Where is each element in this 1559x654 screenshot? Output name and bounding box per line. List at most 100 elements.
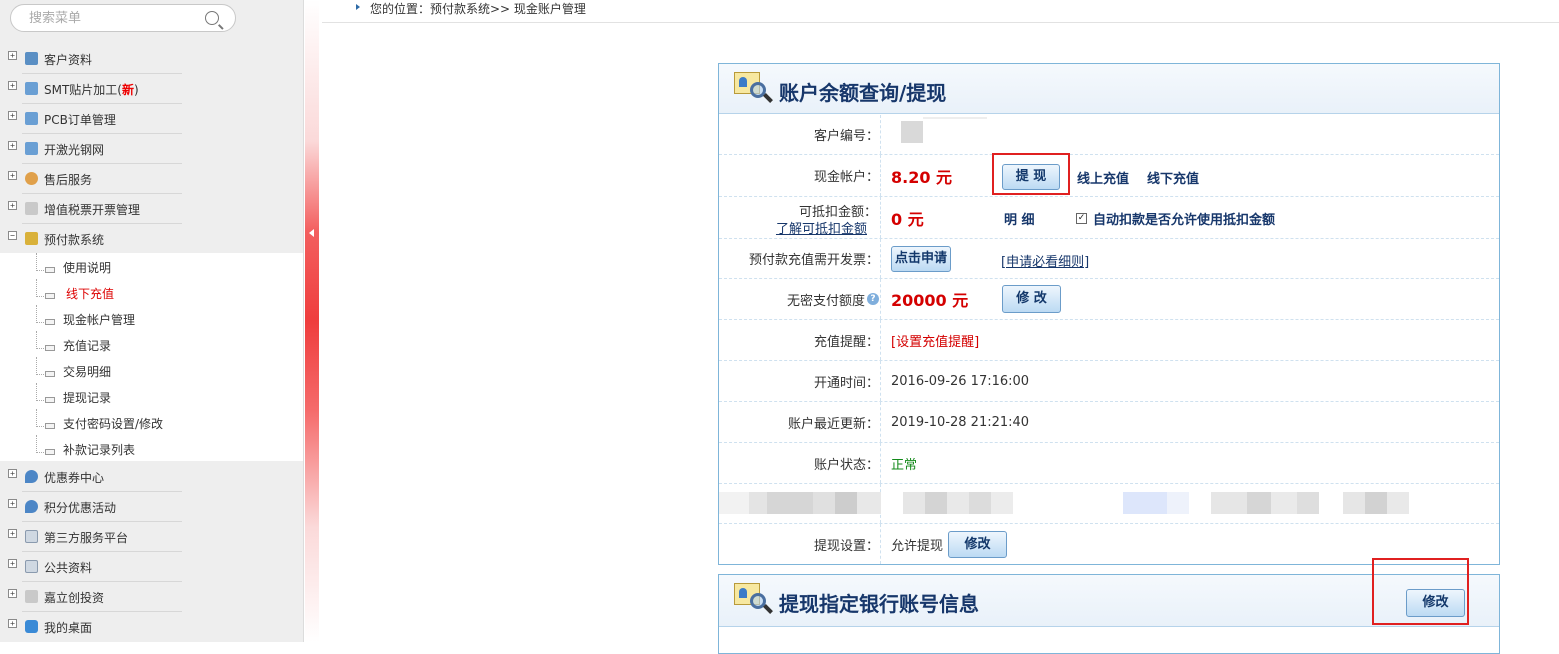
set-reminder-link[interactable]: [设置充值提醒] <box>891 331 979 350</box>
expand-icon[interactable]: + <box>8 619 17 628</box>
expand-icon[interactable]: + <box>8 201 17 210</box>
breadcrumb-text: 您的位置：预付款系统>> 现金账户管理 <box>370 2 586 16</box>
auto-deduct-option[interactable]: ✓ 自动扣款是否允许使用抵扣金额 <box>1076 209 1275 228</box>
user-icon <box>25 52 38 65</box>
search-icon[interactable] <box>205 11 219 25</box>
deductible-detail-link[interactable]: 明 细 <box>1004 209 1035 228</box>
auto-deduct-label: 自动扣款是否允许使用抵扣金额 <box>1093 213 1276 228</box>
expand-icon[interactable]: + <box>8 81 17 90</box>
expand-icon[interactable]: + <box>8 499 17 508</box>
apply-invoice-button[interactable]: 点击申请 <box>891 246 951 272</box>
sidebar-item-label: PCB订单管理 <box>44 113 116 127</box>
expand-icon[interactable]: + <box>8 559 17 568</box>
page-icon <box>45 397 55 403</box>
submenu-label: 补款记录列表 <box>63 443 136 457</box>
expand-icon[interactable]: + <box>8 141 17 150</box>
panel-title: 账户余额查询/提现 <box>779 81 947 105</box>
expand-icon[interactable]: + <box>8 469 17 478</box>
submenu-label: 提现记录 <box>63 391 112 405</box>
expand-icon[interactable]: + <box>8 111 17 120</box>
submenu-label: 线下充值 <box>66 287 115 301</box>
sidebar-item-label: 开激光钢网 <box>44 143 105 157</box>
support-icon <box>25 172 38 185</box>
breadcrumb: 您的位置：预付款系统>> 现金账户管理 <box>322 0 1559 23</box>
account-balance-panel: 账户余额查询/提现 客户编号： 现金帐户： 8.20 元 提 现 线上充值 线下… <box>718 63 1500 565</box>
page-icon <box>45 423 55 429</box>
submenu-item-active[interactable]: 线下充值 <box>0 279 303 305</box>
submenu-item[interactable]: 现金帐户管理 <box>0 305 303 331</box>
offline-recharge-link[interactable]: 线下充值 <box>1147 168 1199 187</box>
edit-nopwd-button[interactable]: 修 改 <box>1002 285 1061 313</box>
withdraw-setting-value: 允许提现 <box>891 538 944 554</box>
sidebar-item-third-party[interactable]: + 第三方服务平台 <box>0 522 303 552</box>
field-label: 账户最近更新： <box>787 416 879 432</box>
sidebar-item-label: 第三方服务平台 <box>44 531 129 545</box>
submenu-item[interactable]: 补款记录列表 <box>0 435 303 461</box>
row-customer-no: 客户编号： <box>719 115 1499 155</box>
sidebar-item-pcb[interactable]: + PCB订单管理 <box>0 104 303 134</box>
page-icon <box>45 319 55 325</box>
sidebar-item-customer[interactable]: + 客户资料 <box>0 44 303 74</box>
submenu-label: 现金帐户管理 <box>63 313 136 327</box>
sidebar-item-label: 增值税票开票管理 <box>44 203 141 217</box>
panel-title: 提现指定银行账号信息 <box>779 592 979 616</box>
deductible-amount: 0 元 <box>891 209 924 229</box>
sidebar-collapse-handle[interactable] <box>305 0 319 642</box>
sidebar: + 客户资料 + SMT贴片加工(新) + PCB订单管理 + 开激光钢网 + … <box>0 0 304 642</box>
submenu-item[interactable]: 支付密码设置/修改 <box>0 409 303 435</box>
sidebar-item-vat-invoice[interactable]: + 增值税票开票管理 <box>0 194 303 224</box>
desktop-icon <box>25 620 38 633</box>
platform-icon <box>25 530 38 543</box>
sidebar-item-label: 嘉立创投资 <box>44 591 105 605</box>
sidebar-item-smt[interactable]: + SMT贴片加工(新) <box>0 74 303 104</box>
expand-icon[interactable]: + <box>8 51 17 60</box>
nopwd-amount: 20000 元 <box>891 291 969 310</box>
chip-icon <box>25 82 38 95</box>
submenu-item[interactable]: 交易明细 <box>0 357 303 383</box>
online-recharge-link[interactable]: 线上充值 <box>1077 168 1129 187</box>
submenu-label: 使用说明 <box>63 261 112 275</box>
coupon-icon <box>25 470 38 483</box>
submenu-label: 充值记录 <box>63 339 112 353</box>
sidebar-item-label: 售后服务 <box>44 173 93 187</box>
invoice-rules-link[interactable]: [申请必看细则] <box>1001 251 1089 270</box>
breadcrumb-arrow-icon <box>356 4 360 10</box>
field-label: 账户状态： <box>813 457 879 473</box>
submenu-item[interactable]: 提现记录 <box>0 383 303 409</box>
learn-deductible-link[interactable]: 了解可抵扣金额 <box>776 218 867 237</box>
expand-icon[interactable]: + <box>8 171 17 180</box>
row-masked <box>719 484 1499 524</box>
row-invoice: 预付款充值需开发票： 点击申请 [申请必看细则] <box>719 239 1499 279</box>
auto-deduct-checkbox[interactable]: ✓ <box>1076 213 1087 224</box>
invest-icon <box>25 590 38 603</box>
field-label: 开通时间： <box>813 375 879 391</box>
sidebar-item-invest[interactable]: + 嘉立创投资 <box>0 582 303 612</box>
sidebar-item-prepay[interactable]: − 预付款系统 <box>0 224 303 254</box>
stencil-icon <box>25 142 38 155</box>
sidebar-item-label: 公共资料 <box>44 561 93 575</box>
sidebar-item-coupons[interactable]: + 优惠券中心 <box>0 462 303 492</box>
menu-search[interactable] <box>10 4 236 32</box>
points-icon <box>25 500 38 513</box>
invoice-icon <box>25 202 38 215</box>
status-badge: 正常 <box>891 457 918 473</box>
id-card-search-icon <box>734 583 774 615</box>
wallet-icon <box>25 232 38 245</box>
folder-icon <box>25 560 38 573</box>
collapse-icon[interactable]: − <box>8 231 17 240</box>
edit-withdraw-setting-button[interactable]: 修改 <box>948 531 1007 558</box>
menu-search-input[interactable] <box>29 9 199 27</box>
board-icon <box>25 112 38 125</box>
expand-icon[interactable]: + <box>8 589 17 598</box>
help-icon[interactable]: ? <box>867 293 879 305</box>
submenu-item[interactable]: 充值记录 <box>0 331 303 357</box>
sidebar-item-aftersales[interactable]: + 售后服务 <box>0 164 303 194</box>
sidebar-item-points[interactable]: + 积分优惠活动 <box>0 492 303 522</box>
field-label: 现金帐户： <box>813 170 879 185</box>
submenu-item[interactable]: 使用说明 <box>0 253 303 279</box>
expand-icon[interactable]: + <box>8 529 17 538</box>
sidebar-item-desktop[interactable]: + 我的桌面 <box>0 612 303 642</box>
sidebar-item-public[interactable]: + 公共资料 <box>0 552 303 582</box>
sidebar-item-stencil[interactable]: + 开激光钢网 <box>0 134 303 164</box>
collapse-arrow-icon[interactable] <box>309 229 314 237</box>
